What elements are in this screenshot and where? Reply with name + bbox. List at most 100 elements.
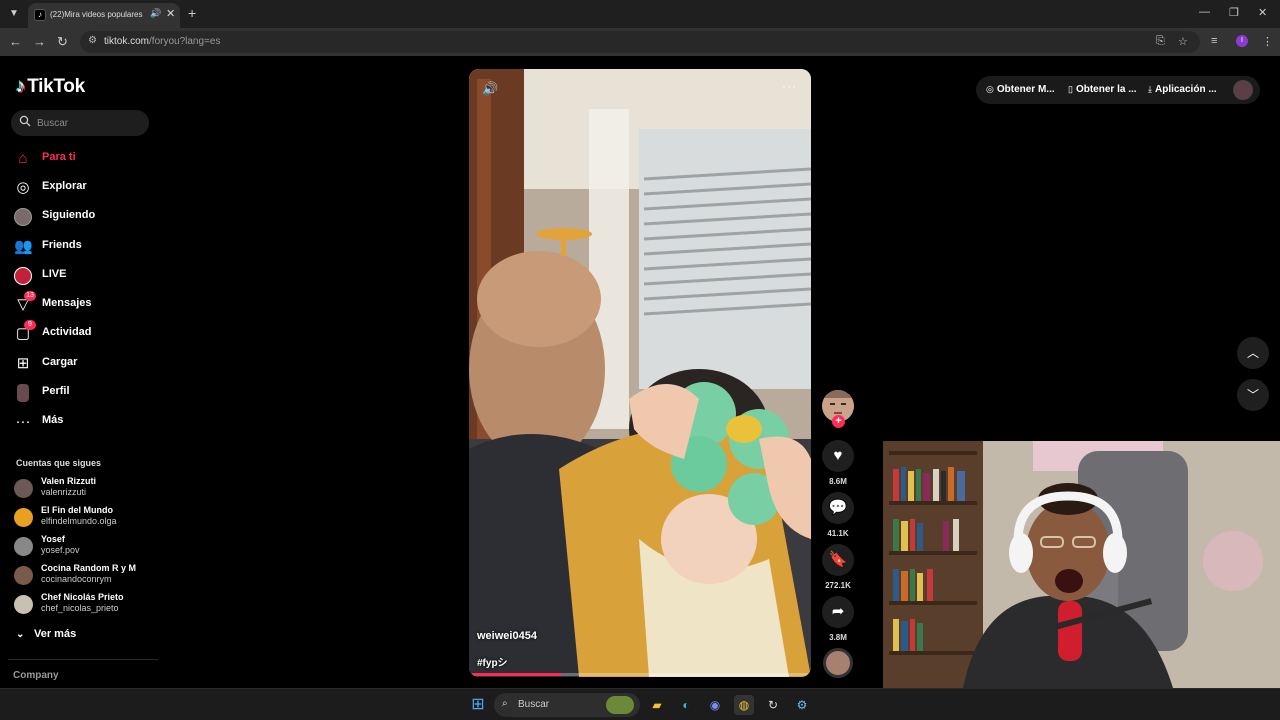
account-avatar: [14, 566, 33, 585]
like-count: 8.6M: [829, 477, 847, 486]
nav-explorar[interactable]: ◎ Explorar: [14, 177, 144, 199]
chevron-down-icon: ⌄: [16, 629, 25, 640]
search-icon: ⌕: [502, 698, 508, 709]
forward-icon[interactable]: →: [33, 34, 46, 50]
nav-mas[interactable]: ··· Más: [14, 411, 144, 433]
more-dots-icon: ···: [15, 413, 31, 430]
browser-toolbar: ← → ↻ ⚙ tiktok.com/foryou?lang=es ⎘ ☆ ≡ …: [0, 28, 1280, 56]
video-author[interactable]: weiwei0454: [477, 630, 537, 642]
following-account[interactable]: El Fin del Mundo elfindelmundo.olga: [14, 505, 154, 531]
browser-tabbar: ▼ ♪ (22)Mira videos populares 🔊 ✕ + — ❐ …: [0, 0, 1280, 28]
account-avatar: [14, 479, 33, 498]
nav-label: Explorar: [42, 180, 87, 192]
music-disc-icon[interactable]: [823, 648, 853, 678]
tiktok-note-icon: ♪: [16, 76, 26, 97]
windows-start-icon[interactable]: ⊞: [468, 695, 488, 715]
nav-label: Para ti: [42, 151, 76, 163]
see-more-button[interactable]: ⌄ Ver más: [16, 628, 76, 640]
new-tab-icon[interactable]: +: [188, 6, 196, 20]
get-app-button[interactable]: ▯ Obtener la ...: [1068, 84, 1137, 95]
file-explorer-icon[interactable]: ▰: [647, 695, 667, 715]
video-frame: [469, 69, 811, 677]
volume-icon[interactable]: 🔊: [482, 81, 498, 97]
video-more-options-icon[interactable]: ···: [782, 79, 797, 93]
following-account[interactable]: Chef Nicolás Prieto chef_nicolas_prieto: [14, 592, 154, 618]
taskbar-search[interactable]: ⌕ Buscar: [494, 693, 640, 717]
following-account[interactable]: Yosef yosef.pov: [14, 534, 154, 560]
address-bar[interactable]: ⚙ tiktok.com/foryou?lang=es: [80, 31, 1200, 53]
upload-icon: ⊞: [16, 355, 30, 372]
browser-tab[interactable]: ♪ (22)Mira videos populares 🔊 ✕: [28, 3, 180, 28]
comment-button[interactable]: 💬: [822, 492, 854, 524]
webcam-overlay: [883, 441, 1280, 688]
nav-friends[interactable]: 👥 Friends: [14, 236, 144, 258]
media-controls-icon[interactable]: ≡: [1211, 35, 1217, 47]
taskbar-search-label: Buscar: [518, 699, 550, 710]
nav-actividad[interactable]: ▢ 9 Actividad: [14, 320, 144, 345]
browser-profile-avatar[interactable]: I: [1236, 35, 1248, 47]
nav-label: LIVE: [42, 268, 67, 280]
nav-label: Siguiendo: [42, 209, 96, 221]
previous-video-button[interactable]: ︿: [1237, 337, 1269, 369]
edge-icon[interactable]: ◐: [676, 695, 696, 715]
share-button[interactable]: ➦: [822, 596, 854, 628]
steam-icon[interactable]: ⚙: [792, 695, 812, 715]
user-avatar[interactable]: [1233, 80, 1253, 100]
video-player[interactable]: 🔊 ··· weiwei0454 #fypシ: [469, 69, 811, 677]
site-info-icon[interactable]: ⚙: [88, 35, 97, 46]
install-app-icon[interactable]: ⎘: [1156, 35, 1165, 48]
download-icon: ⤓: [1148, 84, 1152, 94]
search-box[interactable]: [11, 110, 149, 136]
restore-icon[interactable]: ❐: [1229, 6, 1239, 19]
nav-mensajes[interactable]: ▽ 13 Mensajes: [14, 291, 144, 316]
window-close-icon[interactable]: ✕: [1258, 6, 1267, 19]
nav-label: Perfil: [42, 385, 70, 397]
company-link[interactable]: Company: [13, 670, 59, 681]
url-text: tiktok.com/foryou?lang=es: [104, 36, 220, 48]
messages-badge: 13: [24, 291, 36, 301]
save-button[interactable]: 🔖: [822, 544, 854, 576]
heart-icon: ♥: [833, 447, 843, 464]
video-progress-bar[interactable]: [469, 673, 811, 676]
search-input[interactable]: [37, 115, 137, 131]
tab-close-icon[interactable]: ✕: [166, 7, 175, 20]
nav-siguiendo[interactable]: Siguiendo: [14, 206, 144, 228]
tab-search-menu-icon[interactable]: ▼: [6, 6, 22, 22]
minimize-icon[interactable]: —: [1199, 6, 1210, 18]
account-username: valenrizzuti: [41, 487, 87, 497]
next-video-button[interactable]: ﹀: [1237, 379, 1269, 411]
account-name: Valen Rizzuti: [41, 476, 97, 486]
follow-plus-icon[interactable]: +: [832, 415, 845, 428]
nav-label: Friends: [42, 239, 82, 251]
reload-icon[interactable]: ↻: [57, 34, 68, 50]
speaker-icon[interactable]: 🔊: [150, 8, 161, 19]
nav-perfil[interactable]: Perfil: [14, 382, 144, 404]
nav-para-ti[interactable]: ⌂ Para ti: [14, 148, 144, 170]
logo-text: TikTok: [27, 76, 85, 97]
profile-icon: [17, 384, 29, 402]
desktop-app-label: Aplicación ...: [1154, 84, 1217, 95]
url-path: /foryou?lang=es: [149, 36, 221, 47]
desktop-app-button[interactable]: ⤓ Aplicación ...: [1148, 84, 1217, 95]
account-name: Chef Nicolás Prieto: [41, 592, 124, 602]
discord-icon[interactable]: ◉: [705, 695, 725, 715]
app-notification-icon[interactable]: ↻: [763, 695, 783, 715]
video-hashtag[interactable]: #fypシ: [477, 654, 508, 669]
comment-icon: 💬: [828, 499, 848, 516]
search-highlight-image: [606, 696, 634, 714]
like-button[interactable]: ♥: [822, 440, 854, 472]
browser-menu-icon[interactable]: ⋮: [1262, 35, 1273, 48]
url-host: tiktok.com: [104, 36, 150, 47]
get-coins-button[interactable]: ◎ Obtener M...: [986, 84, 1055, 95]
nav-cargar[interactable]: ⊞ Cargar: [14, 353, 144, 375]
sidebar-divider: [8, 659, 158, 660]
bookmark-icon: 🔖: [828, 551, 848, 568]
windows-taskbar: ⊞ ⌕ Buscar ▰ ◐ ◉ ◍ ↻ ⚙: [0, 688, 1280, 720]
bookmark-star-icon[interactable]: ☆: [1178, 35, 1188, 48]
following-account[interactable]: Valen Rizzuti valenrizzuti: [14, 476, 154, 502]
tiktok-logo[interactable]: ♪ TikTok: [16, 76, 85, 98]
nav-live[interactable]: LIVE: [14, 265, 144, 287]
back-icon[interactable]: ←: [9, 34, 22, 50]
following-account[interactable]: Cocina Random R y M cocinandoconrym: [14, 563, 154, 589]
chrome-icon[interactable]: ◍: [734, 695, 754, 715]
